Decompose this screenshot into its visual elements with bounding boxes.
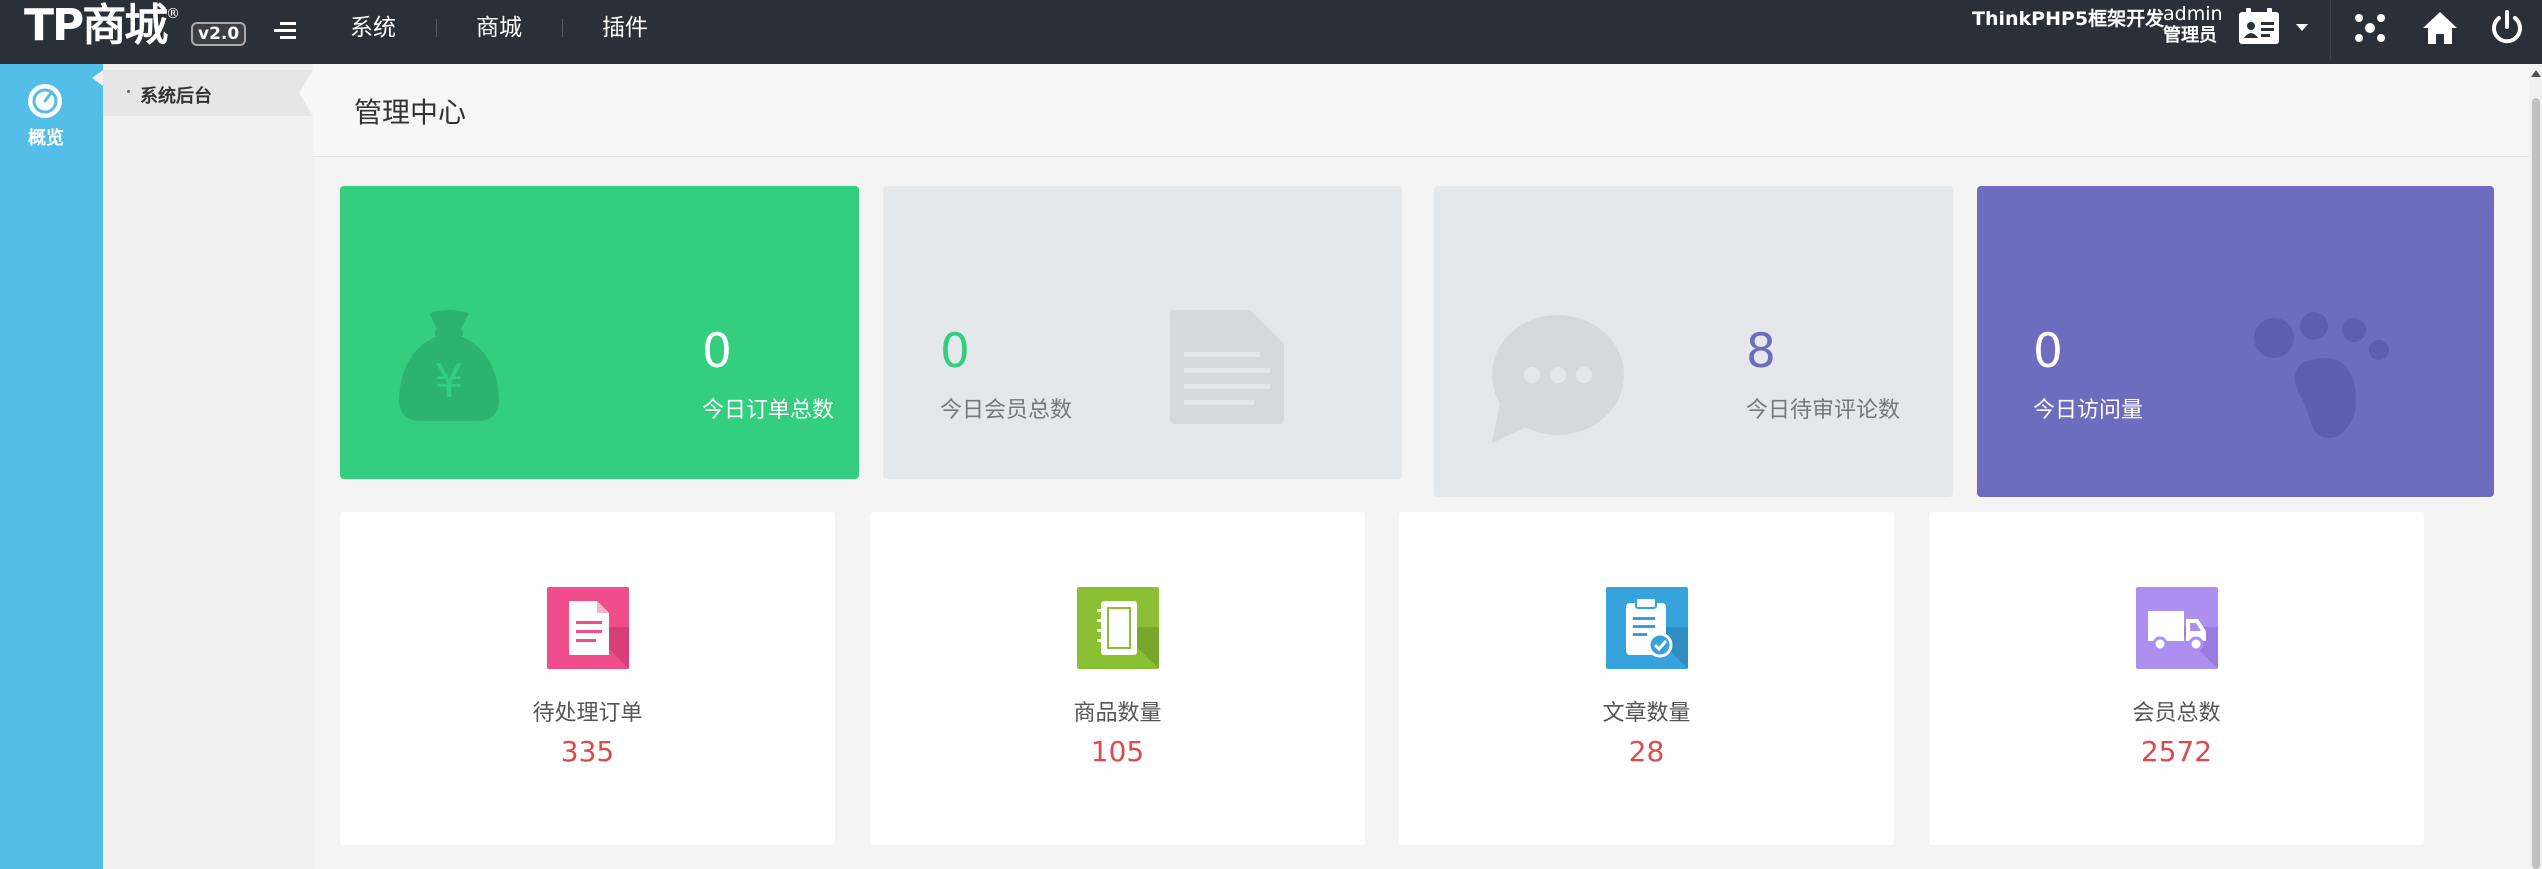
nav-item-system[interactable]: 系统 [325, 0, 436, 56]
version-badge: v2.0 [191, 22, 247, 46]
footprint-icon [2254, 312, 2389, 438]
content-header: 管理中心 [313, 64, 2529, 157]
submenu: 系统后台 [103, 64, 313, 869]
submenu-item-system-backend[interactable]: 系统后台 [103, 70, 313, 116]
submenu-active-notch [299, 70, 313, 116]
stat-value: 0 [940, 324, 970, 379]
stat-card-comments[interactable]: 8 今日待审评论数 [1434, 186, 1953, 497]
summary-label: 会员总数 [2132, 701, 2221, 726]
submenu-item-label: 系统后台 [140, 86, 212, 107]
summary-value: 2572 [2140, 735, 2213, 768]
bullet-dot [127, 90, 130, 93]
stat-label: 今日访问量 [2033, 398, 2144, 423]
divider [2330, 0, 2331, 60]
summary-label: 商品数量 [1073, 701, 1162, 726]
summary-label: 待处理订单 [532, 701, 643, 726]
clipboard-check-icon [1606, 587, 1688, 669]
scrollbar-thumb[interactable] [2532, 98, 2540, 869]
summary-card-pending-orders[interactable]: 待处理订单 335 [340, 512, 835, 845]
user-name: admin [2163, 3, 2223, 25]
summary-card-products[interactable]: 商品数量 105 [870, 512, 1365, 845]
truck-icon [2136, 587, 2218, 669]
summary-value: 335 [560, 735, 615, 768]
svg-text:¥: ¥ [434, 354, 463, 408]
top-navbar: TP商城 ® v2.0 系统 商城 插件 ThinkPHP5框架开发 admin… [0, 0, 2542, 64]
stat-label: 今日订单总数 [702, 398, 835, 423]
dots-icon[interactable] [2350, 8, 2390, 48]
menu-toggle-icon[interactable] [274, 22, 298, 40]
summary-card-members[interactable]: 会员总数 2572 [1929, 512, 2424, 845]
nav-item-mall[interactable]: 商城 [436, 0, 562, 56]
stat-label: 今日待审评论数 [1746, 398, 1901, 423]
rail-item-overview[interactable]: 概览 [0, 64, 92, 162]
money-bag-icon: ¥ [399, 310, 499, 421]
stat-card-visits[interactable]: 0 今日访问量 [1977, 186, 2494, 497]
stat-value: 0 [2033, 324, 2063, 379]
summary-value: 105 [1090, 735, 1145, 768]
stat-value: 8 [1746, 324, 1776, 379]
notebook-icon [1077, 587, 1159, 669]
page-title: 管理中心 [354, 96, 467, 129]
order-document-icon [547, 587, 629, 669]
stat-value: 0 [702, 324, 732, 379]
user-info[interactable]: admin 管理员 [2163, 3, 2223, 47]
registered-mark: ® [166, 6, 180, 22]
summary-card-articles[interactable]: 文章数量 28 [1399, 512, 1894, 845]
stat-card-orders[interactable]: ¥ 0 今日订单总数 [340, 186, 859, 479]
top-nav: 系统 商城 插件 [325, 0, 688, 56]
home-icon[interactable] [2420, 8, 2460, 48]
user-role: 管理员 [2163, 25, 2217, 46]
chevron-down-icon[interactable] [2296, 24, 2308, 31]
rail-active-notch [92, 70, 103, 86]
profile-card-icon[interactable] [2237, 6, 2281, 46]
dashboard-icon [28, 84, 62, 118]
stat-label: 今日会员总数 [940, 398, 1073, 423]
rail-item-label: 概览 [28, 128, 64, 149]
power-icon[interactable] [2487, 8, 2527, 48]
stat-card-members[interactable]: 0 今日会员总数 [883, 186, 1402, 479]
logo[interactable]: TP商城 [24, 0, 168, 54]
document-icon [1170, 310, 1284, 424]
summary-value: 28 [1628, 735, 1665, 768]
scroll-up-arrow-icon[interactable] [2531, 70, 2541, 77]
summary-label: 文章数量 [1602, 701, 1691, 726]
brand-text: ThinkPHP5框架开发 [1972, 8, 2165, 30]
chat-bubble-icon [1492, 315, 1624, 443]
nav-item-plugins[interactable]: 插件 [562, 0, 688, 56]
left-rail: 概览 [0, 64, 103, 869]
